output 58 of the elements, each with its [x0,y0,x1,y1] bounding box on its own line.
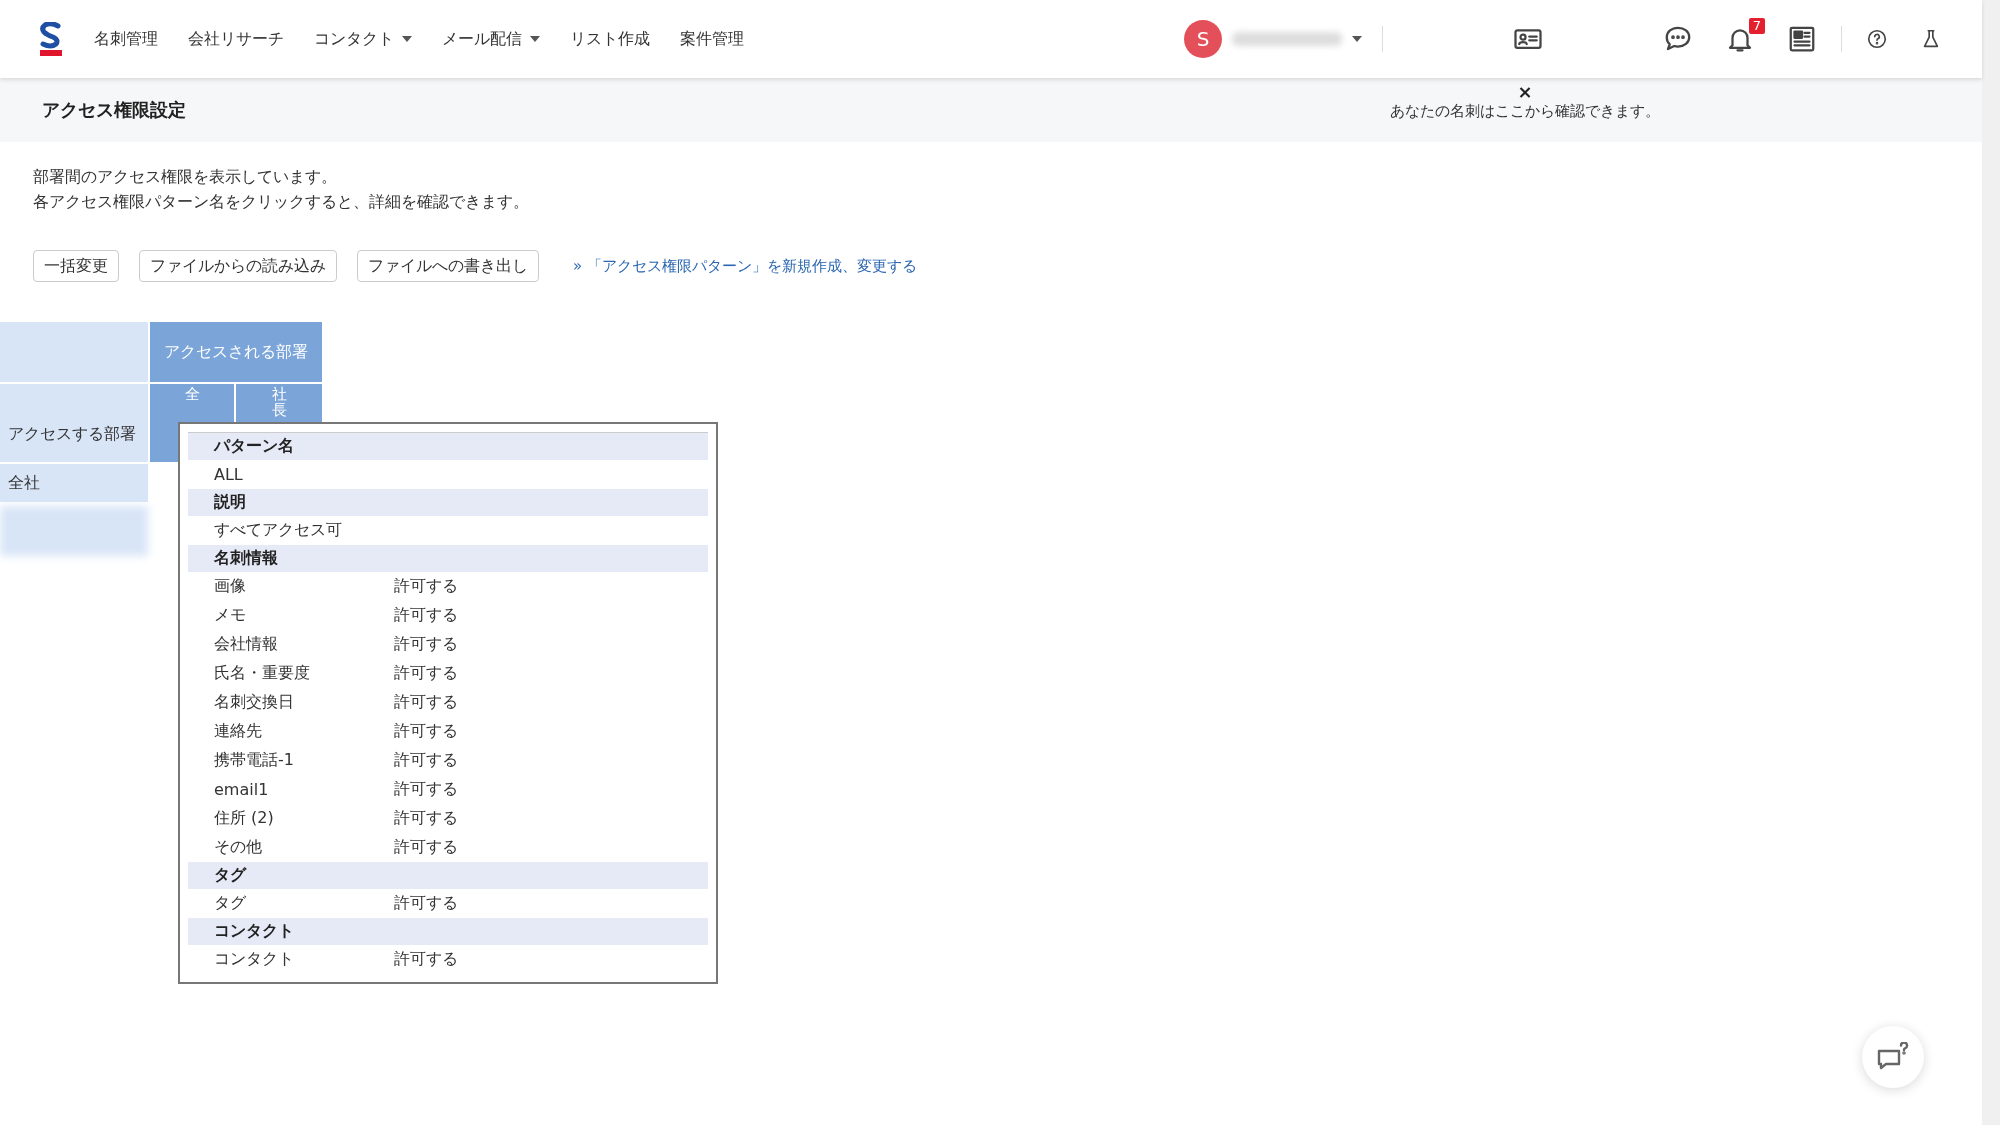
close-button[interactable]: × [1517,82,1533,102]
field-label: すべてアクセス可 [214,520,343,541]
user-avatar[interactable]: S [1184,20,1222,58]
field-label: タグ [214,893,247,914]
section-header: タグ [188,862,708,889]
news-icon[interactable] [1787,24,1817,54]
section-header: 説明 [188,489,708,516]
nav-link[interactable]: コンタクト [314,28,412,50]
nav-link[interactable]: 会社リサーチ [188,28,284,50]
help-chat-button[interactable] [1862,1026,1924,1088]
nav-link[interactable]: リスト作成 [570,28,650,50]
column-header: アクセスされる部署 [150,322,322,382]
field-label: 住所 (2) [214,808,275,829]
pattern-link[interactable]: » 「アクセス権限パターン」を新規作成、変更する [573,256,917,276]
section-header: コンタクト [188,918,708,945]
tooltip-text: あなたの名刺はここから確認できます。 [1390,102,1660,121]
field-label: 会社情報 [214,634,279,655]
logo-icon[interactable] [40,22,62,56]
section-header: パターン名 [188,432,708,460]
help-icon[interactable] [1866,28,1888,50]
action-button[interactable]: 一括変更 [33,250,119,282]
nav-link[interactable]: 案件管理 [680,28,744,50]
row-header: アクセスする部署 [0,384,148,462]
page-title: アクセス権限設定 [42,98,186,122]
field-value: 許可する [394,750,458,771]
field-label: 携帯電話-1 [214,750,295,771]
field-label: email1 [214,780,270,799]
field-label: 連絡先 [214,721,263,742]
field-value: 許可する [394,808,458,829]
notification-count: 7 [1748,18,1765,34]
section-header: 名刺情報 [188,545,708,572]
nav-link[interactable]: メール配信 [442,28,540,50]
field-value: 許可する [394,837,458,858]
field-value: 許可する [394,893,458,914]
field-value: 許可する [394,779,458,800]
field-label: コンタクト [214,949,295,970]
field-label: その他 [214,837,263,858]
field-value: 許可する [394,576,458,597]
row-header: 全社 [0,464,148,502]
field-label: 画像 [214,576,247,597]
field-label: 氏名・重要度 [214,663,311,684]
nav-link[interactable]: 名刺管理 [94,28,158,50]
action-button[interactable]: ファイルからの読み込み [139,250,337,282]
field-value: 許可する [394,721,458,742]
chat-help-icon [1876,1042,1910,1072]
field-label: メモ [214,605,247,626]
field-value: 許可する [394,634,458,655]
description-text: 各アクセス権限パターン名をクリックすると、詳細を確認できます。 [33,191,530,213]
field-value: 許可する [394,605,458,626]
field-label: 名刺交換日 [214,692,295,713]
field-value: 許可する [394,692,458,713]
field-value: 許可する [394,663,458,684]
field-label: ALL [214,465,244,484]
field-value: 許可する [394,949,458,970]
description-text: 部署間のアクセス権限を表示しています。 [33,166,338,188]
action-button[interactable]: ファイルへの書き出し [357,250,539,282]
caret-icon[interactable] [1352,36,1362,42]
scrollbar[interactable] [1982,0,2000,1125]
